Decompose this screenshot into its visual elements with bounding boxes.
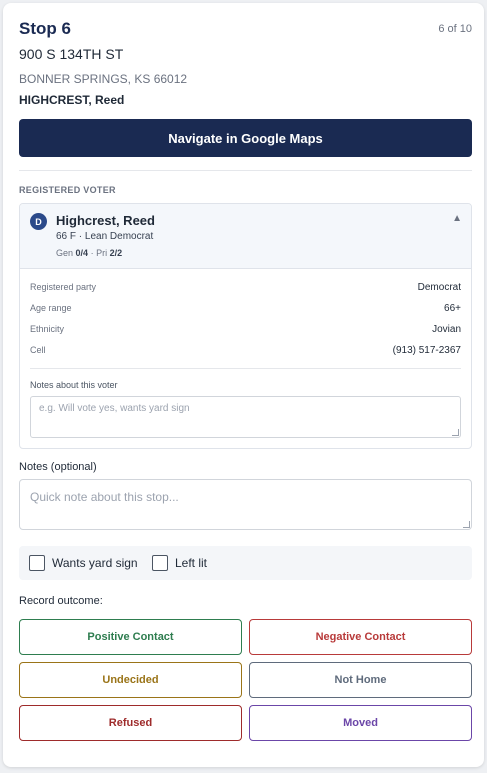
divider: [30, 368, 461, 369]
voter-name: Highcrest, Reed: [56, 213, 155, 228]
pri-label: Pri: [96, 248, 108, 258]
detail-row-cell: Cell (913) 517-2367: [30, 345, 461, 359]
voter-panel-header[interactable]: D Highcrest, Reed 66 F · Lean Democrat G…: [20, 204, 471, 269]
positive-contact-button[interactable]: Positive Contact: [19, 619, 242, 655]
resident-name: HIGHCREST, Reed: [19, 93, 125, 107]
party-badge: D: [30, 213, 47, 230]
detail-row-party: Registered party Democrat: [30, 282, 461, 296]
resize-grip-icon[interactable]: [452, 429, 459, 436]
resize-grip-icon[interactable]: [463, 521, 470, 528]
stop-card: Stop 6 6 of 10 900 S 134TH ST BONNER SPR…: [3, 3, 484, 767]
divider: [19, 170, 472, 171]
wants-yard-sign-label[interactable]: Wants yard sign: [52, 556, 138, 570]
wants-yard-sign-checkbox[interactable]: [29, 555, 45, 571]
address-line-2: BONNER SPRINGS, KS 66012: [19, 72, 188, 86]
detail-row-age: Age range 66+: [30, 303, 461, 317]
gen-label: Gen: [56, 248, 74, 258]
undecided-button[interactable]: Undecided: [19, 662, 242, 698]
collapse-chevron-up-icon[interactable]: ▲: [452, 213, 462, 224]
stop-title: Stop 6: [19, 19, 71, 38]
history-separator: ·: [90, 248, 94, 258]
navigate-google-maps-button[interactable]: Navigate in Google Maps: [19, 119, 472, 157]
refused-button[interactable]: Refused: [19, 705, 242, 741]
voter-notes-input[interactable]: [30, 396, 461, 438]
detail-value: Jovian: [432, 324, 461, 335]
voter-meta: 66 F · Lean Democrat: [56, 231, 154, 242]
left-lit-label[interactable]: Left lit: [175, 556, 207, 570]
pri-value: 2/2: [109, 248, 123, 258]
gen-value: 0/4: [75, 248, 89, 258]
detail-value: Democrat: [417, 282, 461, 293]
wants-yard-sign-option[interactable]: Wants yard sign: [29, 555, 138, 571]
left-lit-option[interactable]: Left lit: [152, 555, 207, 571]
detail-label: Registered party: [30, 282, 97, 292]
stop-counter: 6 of 10: [438, 23, 472, 35]
address-line-1: 900 S 134TH ST: [19, 46, 124, 62]
stop-notes-input[interactable]: [19, 479, 472, 530]
negative-contact-button[interactable]: Negative Contact: [249, 619, 472, 655]
detail-row-ethnicity: Ethnicity Jovian: [30, 324, 461, 338]
left-lit-checkbox[interactable]: [152, 555, 168, 571]
voter-notes-label: Notes about this voter: [30, 380, 118, 390]
detail-label: Ethnicity: [30, 324, 65, 334]
record-outcome-label: Record outcome:: [19, 595, 103, 607]
detail-label: Cell: [30, 345, 46, 355]
detail-value: 66+: [444, 303, 461, 314]
detail-label: Age range: [30, 303, 72, 313]
voter-panel: D Highcrest, Reed 66 F · Lean Democrat G…: [19, 203, 472, 449]
not-home-button[interactable]: Not Home: [249, 662, 472, 698]
options-bar: Wants yard sign Left lit: [19, 546, 472, 580]
registered-voter-label: REGISTERED VOTER: [19, 185, 116, 195]
cell-phone-value[interactable]: (913) 517-2367: [393, 345, 461, 356]
moved-button[interactable]: Moved: [249, 705, 472, 741]
stop-notes-label: Notes (optional): [19, 461, 97, 473]
voter-history: Gen 0/4 · Pri 2/2: [56, 248, 122, 258]
